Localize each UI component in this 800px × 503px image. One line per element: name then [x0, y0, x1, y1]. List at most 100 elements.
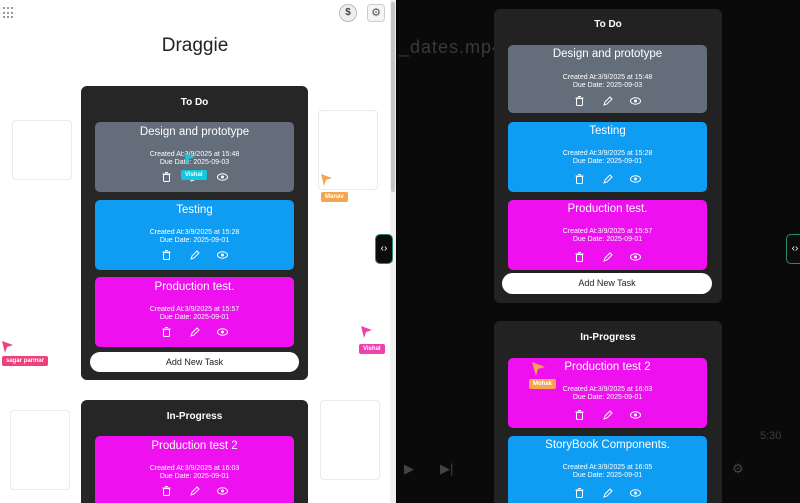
trash-icon[interactable]	[574, 488, 586, 498]
task-card[interactable]: Production test 2 Created At:3/9/2025 at…	[95, 436, 294, 503]
split-handle-right[interactable]: ‹›	[786, 234, 800, 264]
column-title: To Do	[180, 97, 209, 108]
eye-icon[interactable]	[630, 252, 642, 262]
task-title: StoryBook Components.	[545, 439, 670, 451]
cursor-arrow-icon	[184, 153, 195, 165]
apps-grid-icon[interactable]	[3, 7, 15, 19]
task-card[interactable]: Production test. Created At:3/9/2025 at …	[95, 277, 294, 347]
task-title: Design and prototype	[552, 48, 663, 60]
task-actions	[95, 250, 294, 260]
scrollbar-thumb[interactable]	[391, 2, 395, 192]
column-title: In-Progress	[166, 411, 223, 422]
task-due: Due Date: 2025-09-01	[572, 236, 643, 243]
column-title: In-Progress	[580, 332, 636, 343]
task-due: Due Date: 2025-09-01	[159, 473, 230, 480]
task-actions	[508, 488, 707, 498]
task-title: Production test.	[567, 203, 648, 215]
cursor-arrow-icon	[321, 174, 332, 186]
eye-icon[interactable]	[630, 488, 642, 498]
cursor-name-tag: Vishal	[181, 170, 207, 180]
trash-icon[interactable]	[574, 410, 586, 420]
app-title: Draggie	[161, 35, 229, 56]
video-title: _dates.mp4	[399, 37, 504, 57]
trash-icon[interactable]	[161, 486, 173, 496]
cursor-arrow-icon	[361, 326, 372, 338]
cursor-arrow-icon	[532, 362, 545, 376]
task-card[interactable]: Testing Created At:3/9/2025 at 15:28 Due…	[508, 122, 707, 192]
eye-icon[interactable]	[630, 96, 642, 106]
pencil-icon[interactable]	[602, 96, 614, 106]
pencil-icon[interactable]	[602, 252, 614, 262]
eye-icon[interactable]	[630, 410, 642, 420]
pencil-icon[interactable]	[602, 174, 614, 184]
task-due: Due Date: 2025-09-01	[572, 472, 643, 479]
task-card[interactable]: Production test. Created At:3/9/2025 at …	[508, 200, 707, 270]
inprogress-column: In-Progress Production test 2 Created At…	[81, 400, 308, 503]
task-due: Due Date: 2025-09-01	[159, 237, 230, 244]
video-timestamp: 5:30	[760, 430, 782, 442]
task-created: Created At:3/9/2025 at 16:03	[149, 465, 240, 472]
next-track-icon[interactable]: ▶|	[440, 461, 453, 477]
background-ghost	[320, 400, 380, 480]
add-new-task-button[interactable]: Add New Task	[90, 352, 299, 372]
task-created: Created At:3/9/2025 at 15:48	[562, 74, 653, 81]
play-icon[interactable]: ▶	[404, 461, 414, 477]
task-title: Testing	[176, 204, 213, 216]
task-created: Created At:3/9/2025 at 15:57	[149, 306, 240, 313]
trash-icon[interactable]	[161, 172, 173, 182]
trash-icon[interactable]	[574, 174, 586, 184]
task-created: Created At:3/9/2025 at 15:28	[562, 150, 653, 157]
cursor-name-tag: Manav	[321, 192, 348, 202]
cursor-name-tag: Mohak	[529, 379, 557, 389]
cursor-arrow-icon	[2, 341, 13, 353]
task-title: Production test.	[154, 281, 235, 293]
eye-icon[interactable]	[217, 250, 229, 260]
column-title: To Do	[594, 19, 622, 30]
cursor-manav: Manav	[321, 173, 348, 202]
pencil-icon[interactable]	[189, 486, 201, 496]
inprogress-column: In-Progress Production test 2 Created At…	[494, 321, 722, 503]
todo-column: To Do Design and prototype Created At:3/…	[81, 86, 308, 380]
settings-icon[interactable]: ⚙	[367, 4, 385, 22]
background-ghost	[12, 120, 72, 180]
cursor-vishal: Vishal	[181, 152, 207, 180]
task-due: Due Date: 2025-09-01	[572, 394, 643, 401]
add-new-task-button[interactable]: Add New Task	[502, 273, 712, 294]
settings-gear-icon[interactable]: ⚙	[732, 461, 744, 477]
cursor-name-tag: sagar parmar	[2, 356, 49, 366]
task-due: Due Date: 2025-09-01	[159, 314, 230, 321]
eye-icon[interactable]	[217, 486, 229, 496]
currency-icon[interactable]: $	[339, 4, 357, 22]
task-card[interactable]: StoryBook Components. Created At:3/9/202…	[508, 436, 707, 503]
task-title: Testing	[589, 125, 626, 137]
task-created: Created At:3/9/2025 at 16:05	[562, 464, 653, 471]
pencil-icon[interactable]	[189, 327, 201, 337]
task-due: Due Date: 2025-09-03	[572, 82, 643, 89]
cursor-name-tag: Vishal	[359, 344, 385, 354]
eye-icon[interactable]	[630, 174, 642, 184]
trash-icon[interactable]	[161, 250, 173, 260]
trash-icon[interactable]	[574, 252, 586, 262]
task-card[interactable]: Design and prototype Created At:3/9/2025…	[508, 45, 707, 113]
task-actions	[508, 410, 707, 420]
trash-icon[interactable]	[161, 327, 173, 337]
task-actions	[95, 486, 294, 496]
task-actions	[508, 174, 707, 184]
left-browser-pane: $ ⚙ Draggie To Do Design and prototype C…	[0, 0, 396, 503]
trash-icon[interactable]	[574, 96, 586, 106]
task-actions	[508, 96, 707, 106]
cursor-vishal-2: Vishal	[359, 325, 385, 354]
eye-icon[interactable]	[217, 327, 229, 337]
task-created: Created At:3/9/2025 at 15:57	[562, 228, 653, 235]
task-title: Design and prototype	[139, 126, 250, 138]
pencil-icon[interactable]	[602, 410, 614, 420]
pencil-icon[interactable]	[602, 488, 614, 498]
eye-icon[interactable]	[217, 172, 229, 182]
task-created: Created At:3/9/2025 at 15:28	[149, 229, 240, 236]
task-title: Production test 2	[151, 440, 238, 452]
task-actions	[95, 327, 294, 337]
split-handle-left[interactable]: ‹›	[375, 234, 393, 264]
cursor-mohak: Mohak	[529, 362, 557, 389]
pencil-icon[interactable]	[189, 250, 201, 260]
task-card[interactable]: Testing Created At:3/9/2025 at 15:28 Due…	[95, 200, 294, 270]
